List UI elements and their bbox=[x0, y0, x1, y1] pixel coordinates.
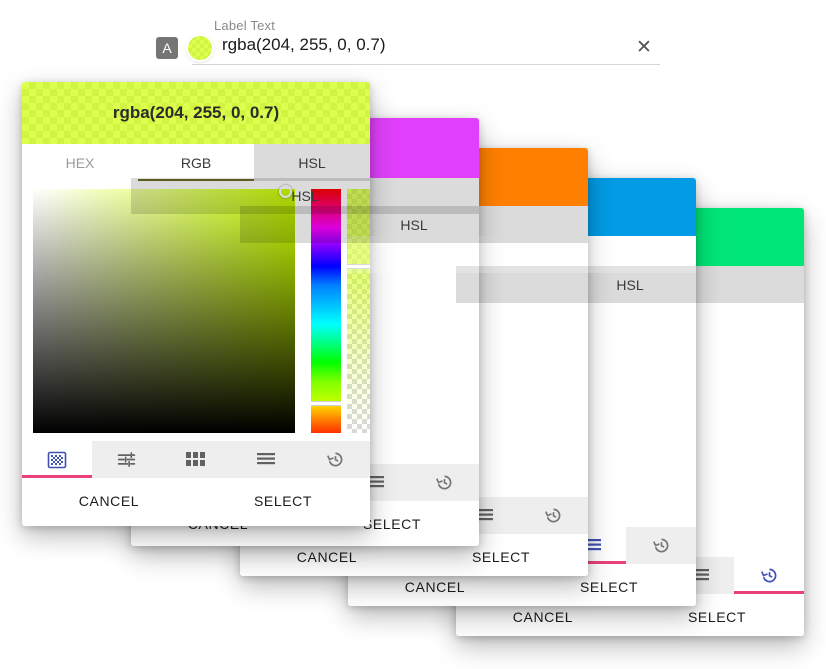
field-label: Label Text bbox=[214, 18, 276, 33]
hue-track-tail bbox=[311, 406, 341, 433]
alpha-track-bottom bbox=[347, 269, 370, 433]
close-icon[interactable]: ✕ bbox=[634, 38, 654, 58]
mode-history[interactable] bbox=[409, 464, 479, 501]
select-button[interactable]: SELECT bbox=[522, 579, 696, 595]
mode-grid[interactable] bbox=[161, 441, 231, 478]
tab-hsl[interactable]: HSL bbox=[131, 178, 479, 214]
field-underline bbox=[192, 64, 660, 65]
mode-history[interactable] bbox=[626, 527, 696, 564]
mode-gradient[interactable] bbox=[22, 441, 92, 478]
format-tabs[interactable]: HEX RGB HSL bbox=[22, 144, 370, 181]
tab-hex[interactable]: HEX bbox=[22, 144, 138, 181]
mode-list[interactable] bbox=[231, 441, 301, 478]
color-swatch-preview[interactable] bbox=[188, 36, 212, 60]
mode-history[interactable] bbox=[734, 557, 804, 594]
mode-tune[interactable] bbox=[92, 441, 162, 478]
cancel-button[interactable]: CANCEL bbox=[240, 549, 414, 565]
cancel-button[interactable]: CANCEL bbox=[22, 493, 196, 509]
cancel-button[interactable]: CANCEL bbox=[456, 609, 630, 625]
dialog-header: rgba(204, 255, 0, 0.7) bbox=[22, 82, 370, 144]
format-tabs[interactable]: HSL bbox=[131, 178, 479, 214]
cancel-button[interactable]: CANCEL bbox=[348, 579, 522, 595]
tab-hsl[interactable]: HSL bbox=[254, 144, 370, 181]
tab-rgb[interactable]: RGB bbox=[138, 144, 254, 181]
swatch-fill bbox=[188, 36, 212, 60]
color-picker-dialog-1[interactable]: rgba(204, 255, 0, 0.7) HEX RGB HSL CANCE… bbox=[22, 82, 370, 526]
mode-history[interactable] bbox=[518, 497, 588, 534]
select-button[interactable]: SELECT bbox=[630, 609, 804, 625]
dialog-title: rgba(204, 255, 0, 0.7) bbox=[112, 103, 280, 122]
select-button[interactable]: SELECT bbox=[196, 493, 370, 509]
color-value-text[interactable]: rgba(204, 255, 0, 0.7) bbox=[222, 35, 386, 55]
select-button[interactable]: SELECT bbox=[414, 549, 588, 565]
dialog-actions[interactable]: CANCEL SELECT bbox=[22, 478, 370, 524]
color-field-row: Label Text A rgba(204, 255, 0, 0.7) ✕ bbox=[0, 0, 826, 76]
view-mode-bar[interactable] bbox=[22, 441, 370, 478]
mode-history[interactable] bbox=[300, 441, 370, 478]
alpha-fill-bottom bbox=[347, 269, 370, 433]
type-badge: A bbox=[156, 37, 178, 59]
